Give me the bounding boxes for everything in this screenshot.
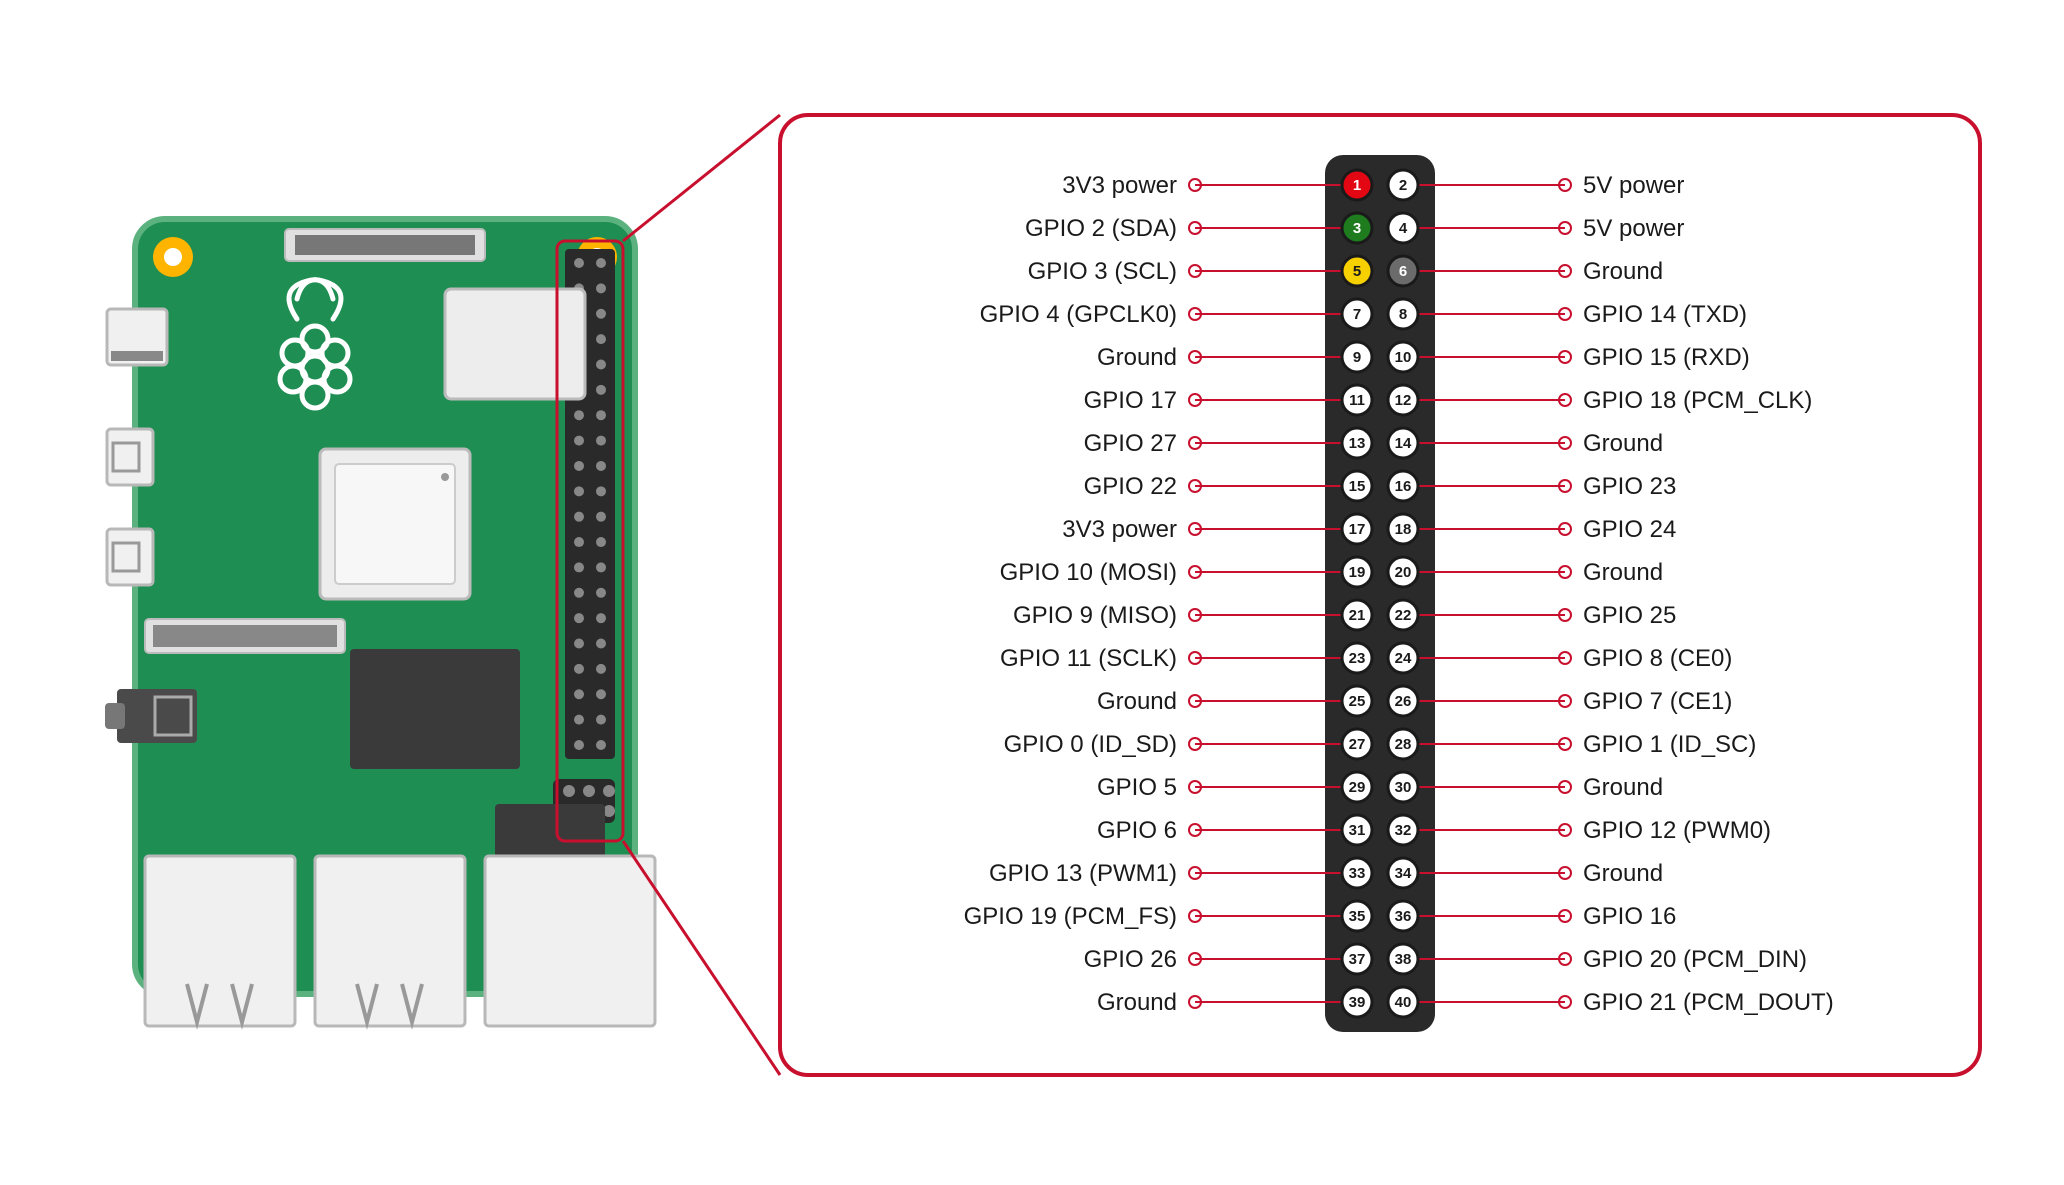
pin-label-right: GPIO 18 (PCM_CLK) (1583, 387, 1812, 414)
svg-text:11: 11 (1349, 392, 1365, 409)
svg-text:23: 23 (1349, 650, 1366, 667)
raspberry-pi-board (105, 219, 655, 1026)
pin-label-right: Ground (1583, 774, 1663, 801)
svg-text:2: 2 (1399, 177, 1407, 194)
svg-text:19: 19 (1349, 564, 1366, 581)
svg-text:25: 25 (1349, 693, 1366, 710)
svg-text:18: 18 (1395, 521, 1412, 538)
pin-label-left: GPIO 10 (MOSI) (1000, 559, 1177, 586)
svg-text:35: 35 (1349, 908, 1366, 925)
pin-label-right: GPIO 25 (1583, 602, 1676, 629)
pin-label-left: GPIO 2 (SDA) (1025, 215, 1177, 242)
svg-text:12: 12 (1395, 392, 1412, 409)
svg-text:17: 17 (1349, 521, 1366, 538)
pin-label-left: 3V3 power (1062, 516, 1177, 543)
svg-text:15: 15 (1349, 478, 1366, 495)
pin-header-strip (1325, 155, 1435, 1032)
pin-label-right: GPIO 20 (PCM_DIN) (1583, 946, 1807, 973)
pin-label-left: GPIO 6 (1097, 817, 1177, 844)
svg-text:26: 26 (1395, 693, 1412, 710)
pin-label-right: GPIO 14 (TXD) (1583, 301, 1747, 328)
svg-text:40: 40 (1395, 994, 1412, 1011)
svg-text:39: 39 (1349, 994, 1366, 1011)
svg-text:27: 27 (1349, 736, 1366, 753)
pin-label-left: GPIO 13 (PWM1) (989, 860, 1177, 887)
pin-label-left: GPIO 0 (ID_SD) (1004, 731, 1177, 758)
pin-label-left: GPIO 27 (1084, 430, 1177, 457)
svg-text:8: 8 (1399, 306, 1407, 323)
svg-text:33: 33 (1349, 865, 1366, 882)
pin-label-right: GPIO 16 (1583, 903, 1676, 930)
pin-label-left: Ground (1097, 344, 1177, 371)
pin-label-left: GPIO 22 (1084, 473, 1177, 500)
svg-text:3: 3 (1353, 220, 1361, 237)
svg-text:37: 37 (1349, 951, 1366, 968)
pin-label-right: Ground (1583, 258, 1663, 285)
pin-label-left: Ground (1097, 989, 1177, 1016)
pin-label-right: GPIO 23 (1583, 473, 1676, 500)
pin-label-left: GPIO 17 (1084, 387, 1177, 414)
svg-text:20: 20 (1395, 564, 1412, 581)
pin-label-right: GPIO 15 (RXD) (1583, 344, 1750, 371)
pin-label-left: 3V3 power (1062, 172, 1177, 199)
pin-label-left: GPIO 9 (MISO) (1013, 602, 1177, 629)
pin-label-right: Ground (1583, 430, 1663, 457)
pin-label-left: Ground (1097, 688, 1177, 715)
pin-label-right: Ground (1583, 559, 1663, 586)
pin-label-left: GPIO 26 (1084, 946, 1177, 973)
svg-text:22: 22 (1395, 607, 1412, 624)
svg-text:5: 5 (1353, 263, 1361, 280)
pin-label-left: GPIO 19 (PCM_FS) (964, 903, 1177, 930)
svg-text:36: 36 (1395, 908, 1412, 925)
svg-text:34: 34 (1395, 865, 1412, 882)
svg-text:14: 14 (1395, 435, 1412, 452)
pin-label-right: GPIO 21 (PCM_DOUT) (1583, 989, 1834, 1016)
pin-label-left: GPIO 11 (SCLK) (1000, 645, 1177, 672)
svg-text:1: 1 (1353, 177, 1361, 194)
pin-label-right: 5V power (1583, 172, 1684, 199)
pin-label-left: GPIO 3 (SCL) (1028, 258, 1177, 285)
svg-text:10: 10 (1395, 349, 1412, 366)
svg-text:24: 24 (1395, 650, 1412, 667)
svg-text:31: 31 (1349, 822, 1366, 839)
svg-text:29: 29 (1349, 779, 1366, 796)
svg-text:30: 30 (1395, 779, 1412, 796)
pin-label-left: GPIO 5 (1097, 774, 1177, 801)
svg-text:13: 13 (1349, 435, 1366, 452)
svg-text:38: 38 (1395, 951, 1412, 968)
svg-text:28: 28 (1395, 736, 1412, 753)
svg-text:21: 21 (1349, 607, 1366, 624)
pin-label-left: GPIO 4 (GPCLK0) (980, 301, 1177, 328)
pin-label-right: GPIO 8 (CE0) (1583, 645, 1732, 672)
diagram-svg: 3V3 power 5V power GPIO 2 (SDA) 5V power GPI… (0, 0, 2064, 1185)
svg-text:6: 6 (1399, 263, 1407, 280)
pin-label-right: GPIO 24 (1583, 516, 1676, 543)
svg-text:7: 7 (1353, 306, 1361, 323)
pin-label-right: GPIO 12 (PWM0) (1583, 817, 1771, 844)
pin-label-right: Ground (1583, 860, 1663, 887)
svg-text:4: 4 (1399, 220, 1408, 237)
gpio-pinout-diagram: 3V3 power 5V power GPIO 2 (SDA) 5V power GPI… (0, 0, 2064, 1185)
pin-label-right: GPIO 7 (CE1) (1583, 688, 1732, 715)
pin-label-right: 5V power (1583, 215, 1684, 242)
svg-text:9: 9 (1353, 349, 1361, 366)
svg-text:32: 32 (1395, 822, 1412, 839)
pin-label-right: GPIO 1 (ID_SC) (1583, 731, 1756, 758)
svg-text:16: 16 (1395, 478, 1412, 495)
